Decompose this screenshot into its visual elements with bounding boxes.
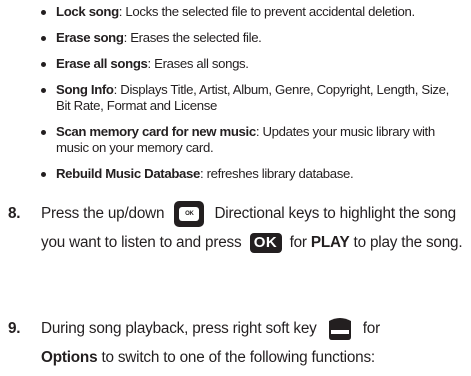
play-label: PLAY <box>310 234 350 251</box>
ok-key-label: OK <box>253 233 278 251</box>
bullet-term: Erase song <box>56 30 124 45</box>
bullet-dot <box>41 62 46 67</box>
step-text: During song playback, press right soft k… <box>41 320 317 337</box>
bullet-term: Scan memory card for new music <box>56 124 256 139</box>
bullet-text: : Erases all songs. <box>147 56 249 71</box>
bullet-text: : Erases the selected file. <box>123 30 262 45</box>
step-9: 9. During song playback, press right sof… <box>8 314 468 372</box>
step-body: Press the up/down OK Directional keys to… <box>41 199 468 257</box>
bullet-term: Song Info <box>56 82 114 97</box>
bullet-scan-memory-card: Scan memory card for new music: Updates … <box>41 124 466 156</box>
bullet-dot <box>41 10 46 15</box>
ok-key-icon: OK <box>249 232 282 253</box>
bullet-erase-all-songs: Erase all songs: Erases all songs. <box>41 56 466 72</box>
bullet-term: Erase all songs <box>56 56 148 71</box>
step-8: 8. Press the up/down OK Directional keys… <box>8 199 468 257</box>
step-number: 8. <box>8 205 21 222</box>
bullet-dot <box>41 36 46 41</box>
step-text: for <box>289 234 307 251</box>
bullet-lock-song: Lock song: Locks the selected file to pr… <box>41 4 466 20</box>
bullet-text: : Locks the selected file to prevent acc… <box>118 4 415 19</box>
bullet-dot <box>41 172 46 177</box>
step-text: Press the up/down <box>41 205 165 222</box>
bullet-erase-song: Erase song: Erases the selected file. <box>41 30 466 46</box>
bullet-rebuild-database: Rebuild Music Database: refreshes librar… <box>41 166 466 182</box>
bullet-term: Lock song <box>56 4 119 19</box>
step-body: During song playback, press right soft k… <box>41 314 468 372</box>
bullet-text: : refreshes library database. <box>200 166 354 181</box>
bullet-dot <box>41 130 46 135</box>
options-label: Options <box>41 349 98 366</box>
step-text: to switch to one of the following functi… <box>101 349 375 366</box>
bullet-dot <box>41 88 46 93</box>
step-number: 9. <box>8 320 21 337</box>
step-text: for <box>362 320 380 337</box>
key-label: OK <box>185 210 194 217</box>
step-text: to play the song. <box>353 234 463 251</box>
bullet-term: Rebuild Music Database <box>56 166 200 181</box>
right-soft-key-icon <box>328 317 351 340</box>
directional-key-icon: OK <box>174 200 205 227</box>
manual-page: Lock song: Locks the selected file to pr… <box>0 0 471 376</box>
bullet-song-info: Song Info: Displays Title, Artist, Album… <box>41 82 466 114</box>
bullet-text: : Displays Title, Artist, Album, Genre, … <box>56 82 449 113</box>
options-bullet-list: Lock song: Locks the selected file to pr… <box>41 4 466 192</box>
